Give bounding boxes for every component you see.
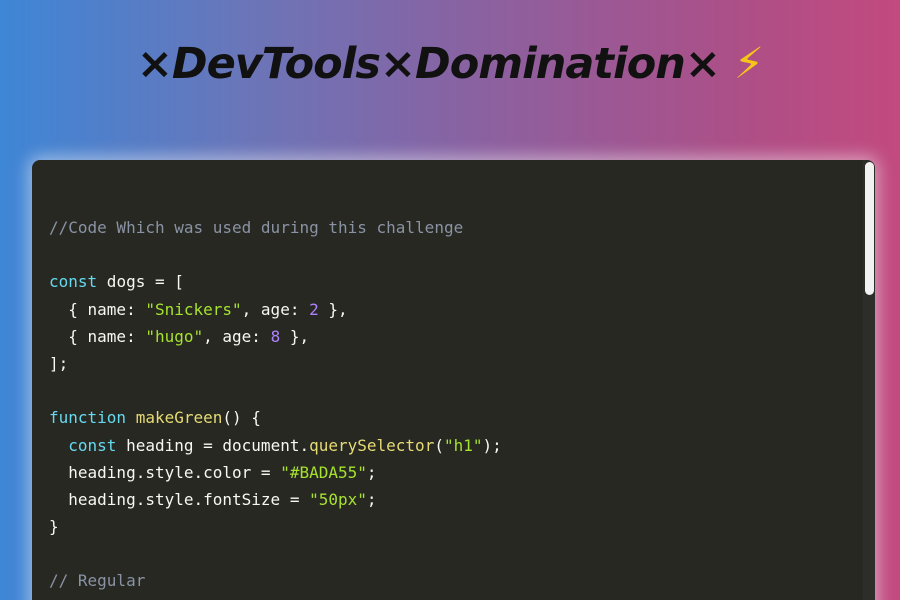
code-token: // Regular	[49, 571, 146, 591]
code-token: },	[318, 299, 348, 319]
code-token: //Code Which was used during this challe…	[49, 218, 464, 237]
code-line: { name: "hugo", age: 8 },	[49, 323, 502, 350]
code-line: const heading = document.querySelector("…	[49, 432, 502, 459]
code-token: },	[280, 326, 310, 346]
code-token: , age:	[241, 299, 310, 319]
code-token: ;	[366, 462, 377, 482]
scrollbar-thumb[interactable]	[865, 162, 874, 295]
code-token: ];	[49, 353, 69, 373]
code-token: 8	[270, 326, 281, 346]
code-token: (	[434, 435, 444, 455]
code-token: heading = document.	[116, 435, 310, 455]
code-token: () {	[222, 408, 261, 428]
code-token: );	[482, 435, 502, 455]
code-token: "#BADA55"	[280, 462, 367, 482]
code-panel[interactable]: //Code Which was used during this challe…	[32, 160, 875, 600]
code-line: // Regular	[49, 567, 502, 594]
code-token: , age:	[203, 326, 271, 346]
code-token: "Snickers"	[145, 299, 242, 319]
code-token: dogs = [	[97, 272, 184, 292]
code-line: //Code Which was used during this challe…	[49, 214, 502, 241]
code-token: "h1"	[443, 435, 483, 455]
lightning-bolt-icon: ⚡	[733, 39, 764, 89]
code-token: querySelector	[309, 435, 435, 455]
code-token: { name:	[49, 299, 146, 319]
scrollbar-track[interactable]	[863, 160, 875, 600]
code-token: }	[49, 517, 59, 537]
code-token: { name:	[49, 326, 146, 346]
code-line: const dogs = [	[49, 268, 502, 295]
code-line: ];	[49, 350, 502, 377]
code-line: { name: "Snickers", age: 2 },	[49, 296, 502, 323]
code-token: "hugo"	[145, 326, 204, 346]
code-token: function	[49, 408, 127, 428]
code-token: const	[49, 272, 98, 292]
code-line: function makeGreen() {	[49, 404, 502, 431]
code-token: heading.style.color =	[49, 462, 281, 482]
page-title: ×DevTools×Domination× ⚡	[0, 36, 900, 92]
code-line: }	[49, 513, 502, 540]
code-block: //Code Which was used during this challe…	[49, 214, 502, 595]
page-title-text: ×DevTools×Domination×	[136, 39, 721, 89]
code-token: const	[68, 435, 117, 455]
code-token: 2	[309, 299, 319, 319]
code-line: heading.style.color = "#BADA55";	[49, 459, 502, 486]
code-token: makeGreen	[135, 408, 223, 428]
code-token: heading.style.fontSize =	[49, 489, 310, 509]
code-line: heading.style.fontSize = "50px";	[49, 486, 502, 513]
code-token: ;	[366, 489, 377, 509]
code-token: "50px"	[309, 489, 367, 509]
